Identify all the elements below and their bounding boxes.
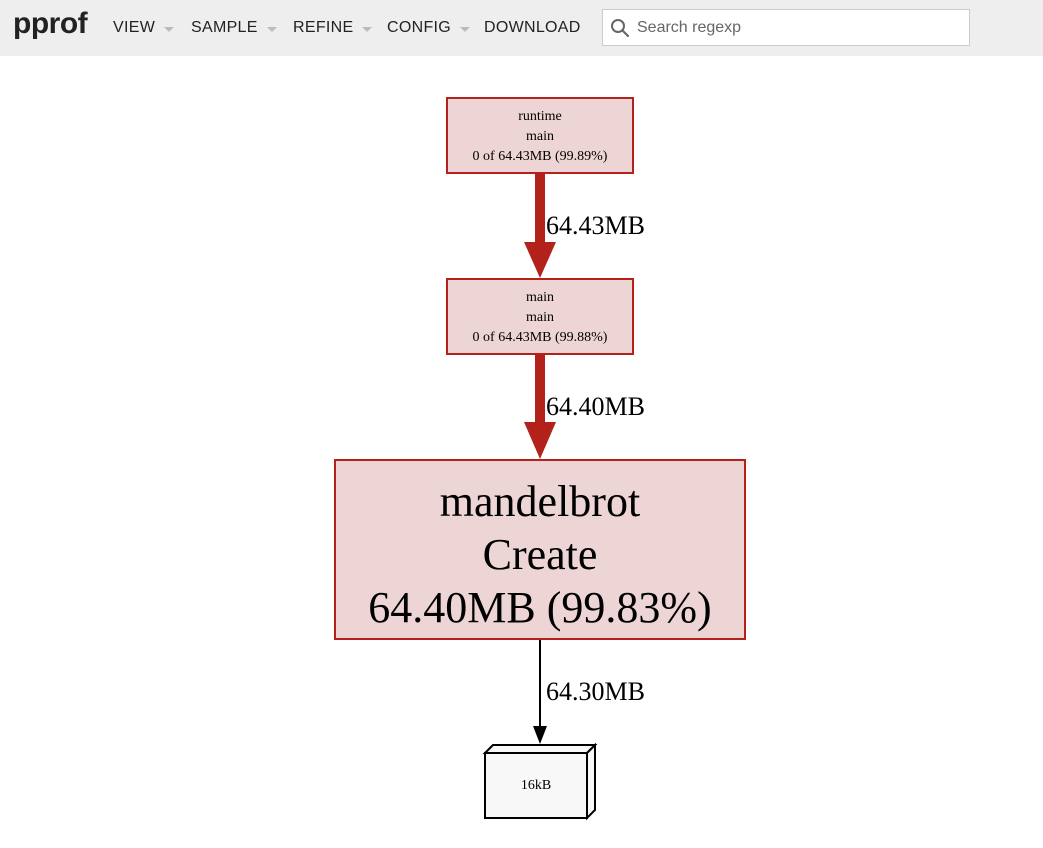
menu-config-label: CONFIG [387,19,452,36]
search-icon [611,19,630,38]
search-box[interactable] [602,9,970,46]
leaf-node-label: 16kB [520,777,552,793]
menu-download[interactable]: DOWNLOAD [484,18,581,38]
menu-refine-label: REFINE [293,19,354,36]
node-function: main [526,129,554,144]
edge-mandelbrot-create-to-leaf[interactable] [533,640,547,744]
menu-sample[interactable]: SAMPLE [191,18,277,38]
node-mandelbrot-create[interactable]: mandelbrot Create 64.40MB (99.83%) [334,459,746,640]
node-value: 0 of 64.43MB (99.88%) [472,330,608,345]
chevron-down-icon [362,26,373,32]
graph-edges [482,174,598,821]
node-package: main [526,290,554,305]
menu-sample-label: SAMPLE [191,19,258,36]
chevron-down-icon [164,26,175,32]
chevron-down-icon [460,26,471,32]
menu-view-label: VIEW [113,19,156,36]
node-value: 0 of 64.43MB (99.89%) [472,149,608,164]
menu-config[interactable]: CONFIG [387,18,471,38]
node-main-main[interactable]: main main 0 of 64.43MB (99.88%) [446,278,634,355]
node-runtime-main[interactable]: runtime main 0 of 64.43MB (99.89%) [446,97,634,174]
node-value: 64.40MB (99.83%) [368,583,712,632]
chevron-down-icon [266,26,277,32]
node-function: main [526,310,554,325]
toolbar: pprof VIEW SAMPLE REFINE CONFIG DOWNLOAD [0,0,1043,56]
node-package: mandelbrot [439,477,641,526]
call-graph: runtime main 0 of 64.43MB (99.89%) 64.43… [0,56,1043,848]
search-input[interactable] [637,14,957,42]
node-package: runtime [518,109,562,124]
app-logo: pprof [13,7,88,40]
edge-label: 64.43MB [546,211,645,240]
menu-download-label: DOWNLOAD [484,19,581,36]
menu-view[interactable]: VIEW [113,18,175,38]
edge-label: 64.40MB [546,392,645,421]
edge-label: 64.30MB [546,677,645,706]
menu-refine[interactable]: REFINE [293,18,373,38]
node-function: Create [482,530,598,579]
